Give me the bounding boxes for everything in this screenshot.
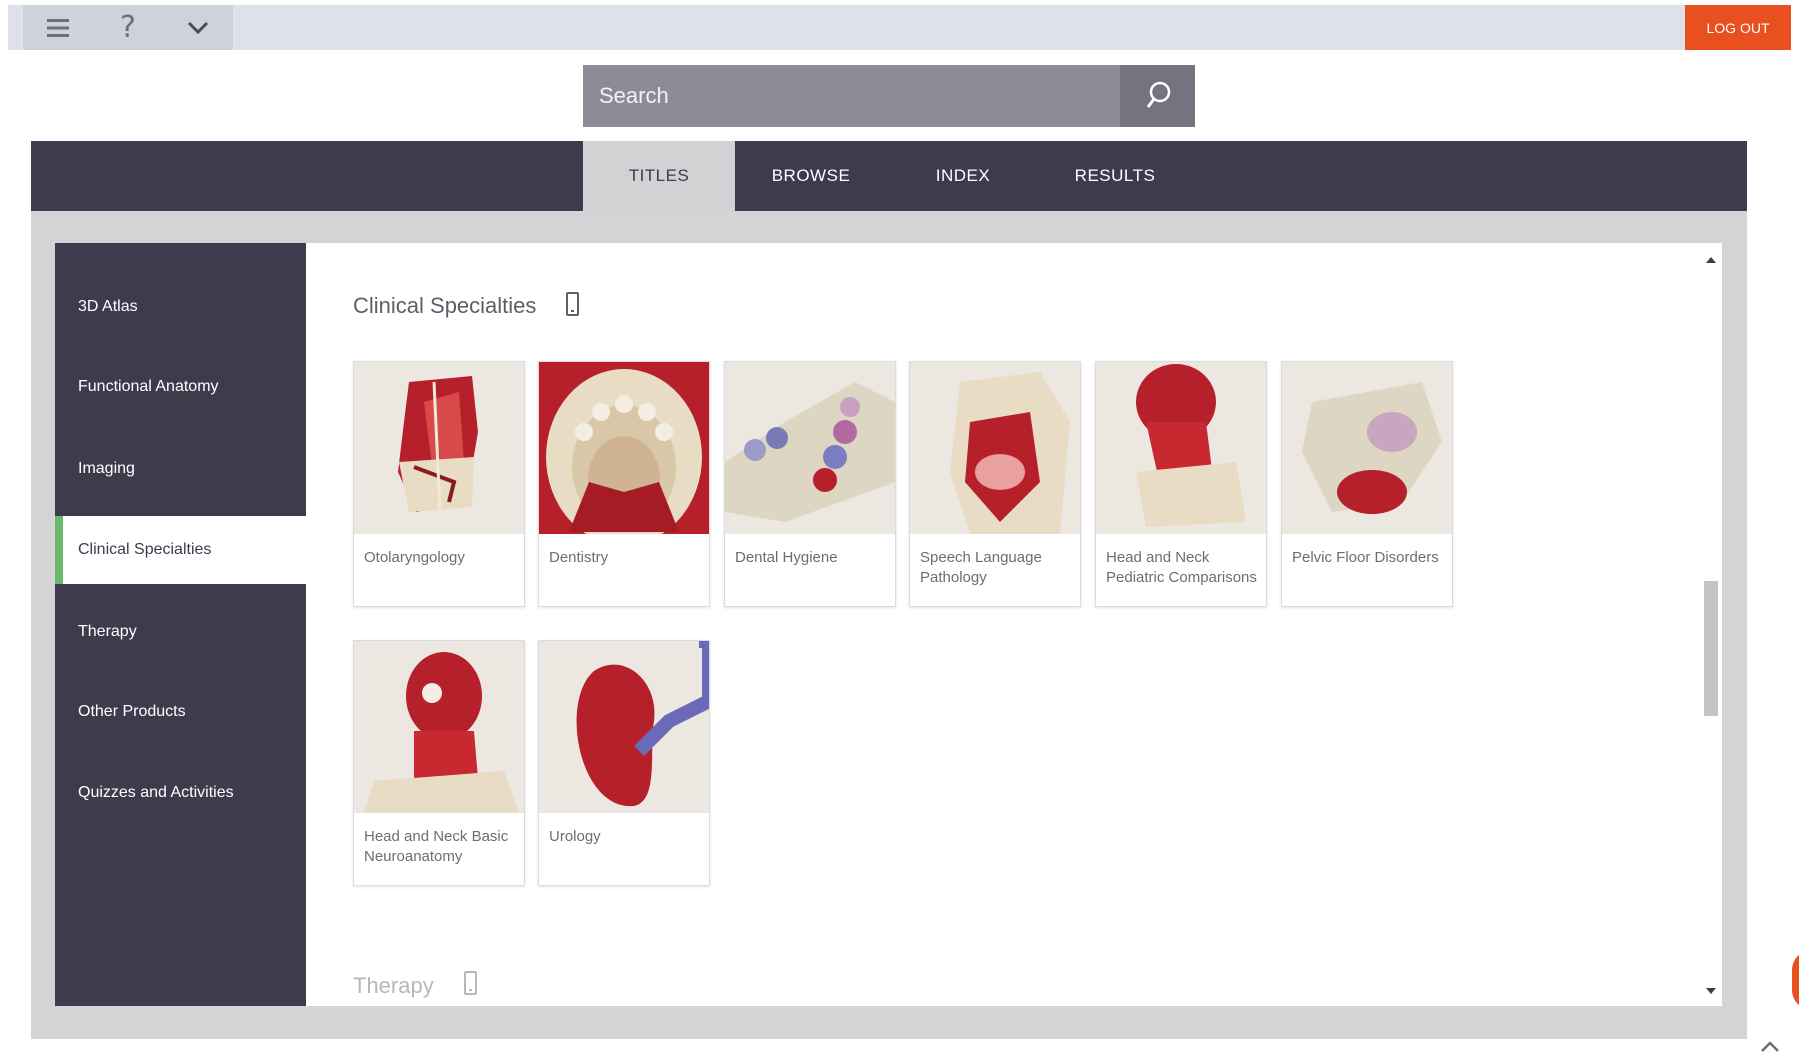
title-card-head-and-neck-basic-neuroanatomy[interactable]: Head and Neck Basic Neuroanatomy xyxy=(353,640,525,886)
urology-thumbnail xyxy=(539,641,709,813)
title-card-speech-language-pathology[interactable]: Speech Language Pathology xyxy=(909,361,1081,607)
sidebar-item-other-products[interactable]: Other Products xyxy=(55,678,306,746)
title-card-label: Pelvic Floor Disorders xyxy=(1292,549,1439,566)
chevron-up-icon[interactable] xyxy=(1760,1036,1780,1059)
help-icon[interactable]: ? xyxy=(93,5,163,50)
main-tabs: TITLES BROWSE INDEX RESULTS xyxy=(31,141,1747,211)
title-card-dental-hygiene[interactable]: Dental Hygiene xyxy=(724,361,896,607)
title-card-label: Dentistry xyxy=(549,549,609,566)
sidebar-item-quizzes-and-activities[interactable]: Quizzes and Activities xyxy=(55,759,306,827)
titles-content: Clinical Specialties Otolaryngology Dent… xyxy=(306,243,1722,1006)
sidebar-item-imaging[interactable]: Imaging xyxy=(55,435,306,503)
tab-results[interactable]: RESULTS xyxy=(1039,141,1191,211)
title-card-label: Head and Neck Basic Neuroanatomy xyxy=(364,828,509,865)
top-toolbar: ? LOG OUT xyxy=(8,5,1791,50)
sidebar-item-functional-anatomy[interactable]: Functional Anatomy xyxy=(55,353,306,421)
title-card-dentistry[interactable]: Dentistry xyxy=(538,361,710,607)
tab-browse[interactable]: BROWSE xyxy=(735,141,887,211)
speech-language-pathology-thumbnail xyxy=(910,362,1080,534)
title-card-otolaryngology[interactable]: Otolaryngology xyxy=(353,361,525,607)
head-and-neck-pediatric-thumbnail xyxy=(1096,362,1266,534)
feedback-tab[interactable] xyxy=(1792,950,1799,1010)
search-button[interactable] xyxy=(1120,65,1195,127)
title-card-label: Urology xyxy=(549,828,601,845)
section-title-therapy: Therapy xyxy=(353,973,434,998)
scrollbar-thumb[interactable] xyxy=(1704,581,1718,716)
otolaryngology-thumbnail xyxy=(354,362,524,534)
sidebar-item-3d-atlas[interactable]: 3D Atlas xyxy=(55,273,306,341)
search-bar: Search xyxy=(583,65,1195,127)
title-card-label: Dental Hygiene xyxy=(735,549,838,566)
dentistry-thumbnail xyxy=(539,362,709,534)
search-icon xyxy=(1146,81,1170,108)
sidebar: 3D Atlas Functional Anatomy Imaging Clin… xyxy=(55,243,306,1006)
scroll-down-icon[interactable] xyxy=(1706,988,1716,994)
title-card-label: Speech Language Pathology xyxy=(920,549,1042,586)
scroll-up-icon[interactable] xyxy=(1706,257,1716,263)
title-card-urology[interactable]: Urology xyxy=(538,640,710,886)
title-card-pelvic-floor-disorders[interactable]: Pelvic Floor Disorders xyxy=(1281,361,1453,607)
head-and-neck-neuroanatomy-thumbnail xyxy=(354,641,524,813)
search-input[interactable]: Search xyxy=(599,83,669,109)
chevron-down-icon[interactable] xyxy=(163,5,233,50)
hamburger-icon[interactable] xyxy=(23,5,93,50)
title-card-label: Head and Neck Pediatric Comparisons xyxy=(1106,549,1257,586)
mobile-device-icon xyxy=(464,971,477,995)
tab-titles[interactable]: TITLES xyxy=(583,141,735,211)
logout-button[interactable]: LOG OUT xyxy=(1685,5,1791,50)
pelvic-floor-disorders-thumbnail xyxy=(1282,362,1452,534)
content-scrollbar[interactable] xyxy=(1700,243,1722,1006)
mobile-device-icon xyxy=(566,292,579,316)
sidebar-item-clinical-specialties[interactable]: Clinical Specialties xyxy=(55,516,306,584)
dental-hygiene-thumbnail xyxy=(725,362,895,534)
title-card-label: Otolaryngology xyxy=(364,549,465,566)
title-card-head-and-neck-pediatric-comparisons[interactable]: Head and Neck Pediatric Comparisons xyxy=(1095,361,1267,607)
sidebar-item-therapy[interactable]: Therapy xyxy=(55,598,306,666)
tab-index[interactable]: INDEX xyxy=(887,141,1039,211)
section-title-clinical-specialties: Clinical Specialties xyxy=(353,293,537,318)
